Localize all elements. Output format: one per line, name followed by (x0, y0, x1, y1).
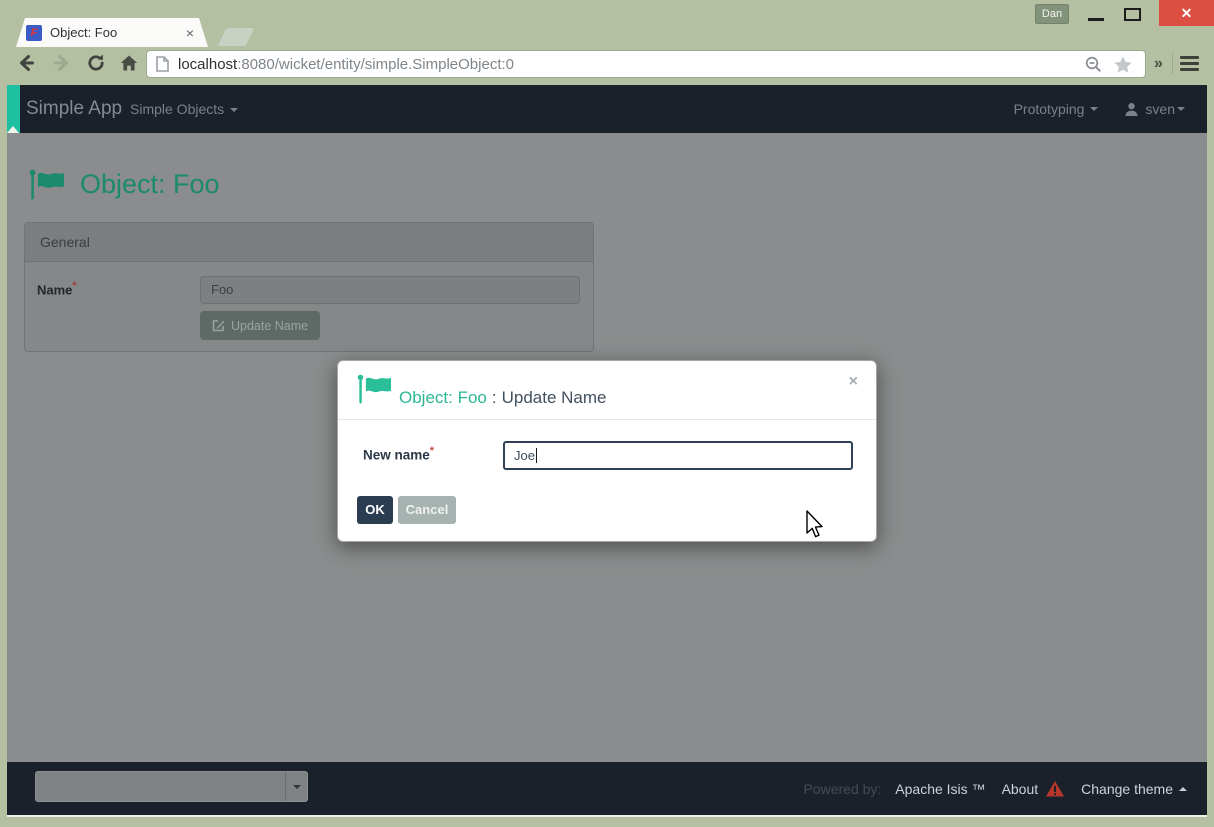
browser-chrome: F Object: Foo × Dan ✕ loca (0, 0, 1214, 85)
reload-icon[interactable] (85, 52, 107, 74)
dialog-title: Object: Foo:Update Name (399, 388, 607, 408)
browser-tab[interactable]: F Object: Foo × (16, 18, 208, 47)
page-title: Object: Foo (28, 169, 220, 200)
browser-window: F Object: Foo × Dan ✕ loca (0, 0, 1214, 827)
dialog-close-icon[interactable]: × (849, 373, 858, 391)
app-brand[interactable]: Simple App (26, 85, 122, 133)
menu-simple-objects[interactable]: Simple Objects (130, 85, 238, 133)
change-theme-link[interactable]: Change theme (1081, 781, 1187, 797)
caret-up-icon (1179, 787, 1187, 791)
app-navbar: Simple App Simple Objects Prototyping sv… (7, 85, 1207, 133)
dialog-header: Object: Foo:Update Name × (338, 361, 876, 420)
name-label: Name* (37, 280, 77, 297)
close-button[interactable]: ✕ (1159, 0, 1214, 26)
menu-user[interactable]: sven (1124, 101, 1185, 117)
caret-down-icon (1090, 107, 1098, 111)
text-caret (536, 448, 537, 463)
new-name-label: New name* (363, 445, 434, 463)
general-panel: General Name* Foo Update Name (24, 222, 594, 352)
flag-icon (28, 169, 68, 200)
new-tab-button[interactable] (218, 28, 255, 46)
name-input[interactable]: Foo (200, 276, 580, 304)
powered-by-label: Powered by: (803, 781, 881, 797)
required-marker: * (72, 280, 76, 292)
minimize-button[interactable] (1088, 18, 1104, 21)
mouse-cursor (801, 509, 825, 539)
tab-close-icon[interactable]: × (186, 26, 194, 40)
caret-down-icon (1177, 107, 1185, 111)
address-bar[interactable]: localhost:8080/wicket/entity/simple.Simp… (146, 50, 1146, 78)
tab-title: Object: Foo (50, 25, 186, 40)
home-icon[interactable] (118, 52, 140, 74)
app-footer: Powered by: Apache Isis ™ About Change t… (7, 762, 1207, 815)
profile-chip[interactable]: Dan (1035, 4, 1069, 24)
select-arrow-segment[interactable] (285, 772, 307, 801)
panel-body: Name* Foo Update Name (25, 262, 593, 351)
panel-heading: General (25, 223, 593, 262)
browser-menu-icon[interactable] (1180, 56, 1199, 74)
extensions-overflow-icon[interactable]: » (1154, 55, 1163, 73)
forward-icon[interactable] (51, 52, 73, 74)
apache-isis-link[interactable]: Apache Isis ™ (895, 781, 985, 797)
cancel-button[interactable]: Cancel (398, 496, 456, 524)
back-icon[interactable] (15, 52, 37, 74)
flag-icon (357, 374, 394, 404)
dialog-body: New name* Joe OK Cancel (338, 420, 876, 541)
zoom-icon[interactable] (1084, 55, 1103, 74)
ok-button[interactable]: OK (357, 496, 393, 524)
bookmark-star-icon[interactable] (1113, 55, 1133, 74)
warning-icon (1045, 780, 1065, 798)
caret-down-icon (230, 108, 238, 112)
page-icon (156, 56, 169, 72)
about-link[interactable]: About (1002, 781, 1039, 797)
footer-select[interactable] (35, 771, 308, 802)
new-name-input[interactable]: Joe (503, 441, 853, 470)
menu-prototyping[interactable]: Prototyping (1014, 101, 1099, 117)
favicon-icon: F (26, 25, 42, 41)
update-name-dialog: Object: Foo:Update Name × New name* Joe … (337, 360, 877, 542)
toolbar-separator (1172, 53, 1173, 74)
update-name-button[interactable]: Update Name (200, 311, 320, 340)
edit-icon (212, 319, 225, 332)
url-text[interactable]: localhost:8080/wicket/entity/simple.Simp… (178, 56, 514, 73)
person-icon (1124, 102, 1139, 117)
maximize-button[interactable] (1124, 8, 1141, 21)
brand-logo (7, 85, 20, 133)
caret-down-icon (293, 785, 301, 789)
required-marker: * (430, 445, 434, 457)
